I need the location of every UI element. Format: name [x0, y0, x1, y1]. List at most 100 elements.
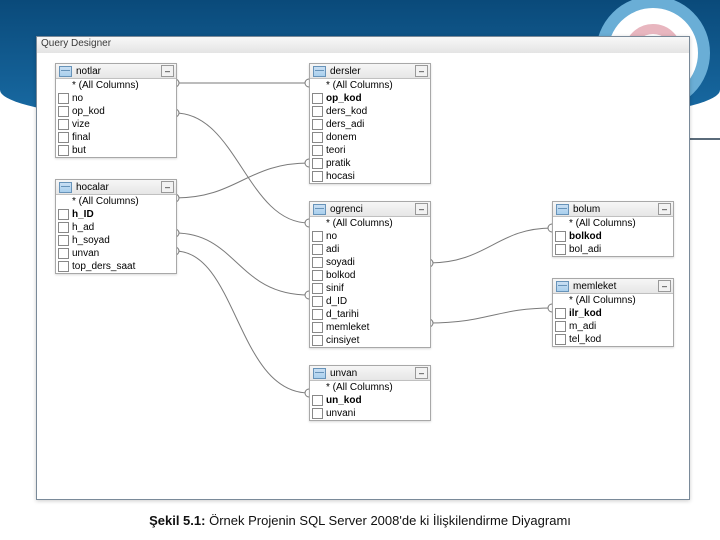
column-row[interactable]: bolkod	[310, 269, 430, 282]
column-row[interactable]: tel_kod	[553, 333, 673, 346]
column-row[interactable]: d_tarihi	[310, 308, 430, 321]
column-checkbox[interactable]	[312, 145, 323, 156]
table-notlar[interactable]: notlar–* (All Columns)noop_kodvizefinalb…	[55, 63, 177, 158]
column-row[interactable]: d_ID	[310, 295, 430, 308]
table-header[interactable]: hocalar–	[56, 180, 176, 195]
collapse-button[interactable]: –	[415, 65, 428, 77]
column-checkbox[interactable]	[312, 257, 323, 268]
column-checkbox[interactable]	[312, 158, 323, 169]
table-unvan[interactable]: unvan–* (All Columns)un_kodunvani	[309, 365, 431, 421]
column-row[interactable]: h_ID	[56, 208, 176, 221]
column-row[interactable]: * (All Columns)	[56, 79, 176, 92]
column-checkbox[interactable]	[58, 132, 69, 143]
column-row[interactable]: donem	[310, 131, 430, 144]
column-row[interactable]: but	[56, 144, 176, 157]
column-row[interactable]: * (All Columns)	[310, 217, 430, 230]
column-checkbox[interactable]	[58, 145, 69, 156]
table-header[interactable]: dersler–	[310, 64, 430, 79]
column-checkbox[interactable]	[58, 93, 69, 104]
column-row[interactable]: hocasi	[310, 170, 430, 183]
column-row[interactable]: * (All Columns)	[310, 381, 430, 394]
table-header[interactable]: unvan–	[310, 366, 430, 381]
column-checkbox[interactable]	[58, 119, 69, 130]
column-row[interactable]: sinif	[310, 282, 430, 295]
column-row[interactable]: op_kod	[310, 92, 430, 105]
column-checkbox[interactable]	[58, 222, 69, 233]
column-checkbox[interactable]	[312, 335, 323, 346]
table-header[interactable]: notlar–	[56, 64, 176, 79]
column-row[interactable]: pratik	[310, 157, 430, 170]
window-titlebar[interactable]: Query Designer	[37, 37, 689, 54]
column-row[interactable]: * (All Columns)	[553, 294, 673, 307]
table-header[interactable]: bolum–	[553, 202, 673, 217]
column-row[interactable]: bolkod	[553, 230, 673, 243]
column-row[interactable]: memleket	[310, 321, 430, 334]
column-row[interactable]: unvani	[310, 407, 430, 420]
column-checkbox[interactable]	[555, 231, 566, 242]
column-list: * (All Columns)ilr_kodm_aditel_kod	[553, 294, 673, 346]
table-hocalar[interactable]: hocalar–* (All Columns)h_IDh_adh_soyadun…	[55, 179, 177, 274]
diagram-canvas[interactable]: notlar–* (All Columns)noop_kodvizefinalb…	[37, 53, 689, 499]
column-checkbox[interactable]	[312, 106, 323, 117]
collapse-button[interactable]: –	[161, 181, 174, 193]
collapse-button[interactable]: –	[415, 203, 428, 215]
column-row[interactable]: * (All Columns)	[553, 217, 673, 230]
column-checkbox[interactable]	[312, 93, 323, 104]
column-row[interactable]: op_kod	[56, 105, 176, 118]
column-row[interactable]: h_soyad	[56, 234, 176, 247]
column-name: pratik	[326, 158, 350, 169]
collapse-button[interactable]: –	[161, 65, 174, 77]
column-row[interactable]: unvan	[56, 247, 176, 260]
column-checkbox[interactable]	[312, 283, 323, 294]
column-row[interactable]: ilr_kod	[553, 307, 673, 320]
column-row[interactable]: adi	[310, 243, 430, 256]
column-row[interactable]: ders_kod	[310, 105, 430, 118]
column-checkbox[interactable]	[312, 309, 323, 320]
column-row[interactable]: m_adi	[553, 320, 673, 333]
column-checkbox[interactable]	[58, 248, 69, 259]
table-ogrenci[interactable]: ogrenci–* (All Columns)noadisoyadibolkod…	[309, 201, 431, 348]
column-row[interactable]: no	[56, 92, 176, 105]
column-row[interactable]: h_ad	[56, 221, 176, 234]
table-header[interactable]: ogrenci–	[310, 202, 430, 217]
column-row[interactable]: ders_adi	[310, 118, 430, 131]
column-row[interactable]: * (All Columns)	[56, 195, 176, 208]
column-checkbox[interactable]	[58, 235, 69, 246]
column-checkbox[interactable]	[312, 322, 323, 333]
column-checkbox[interactable]	[312, 231, 323, 242]
table-dersler[interactable]: dersler–* (All Columns)op_kodders_kodder…	[309, 63, 431, 184]
column-checkbox[interactable]	[58, 209, 69, 220]
column-checkbox[interactable]	[555, 321, 566, 332]
column-row[interactable]: top_ders_saat	[56, 260, 176, 273]
table-bolum[interactable]: bolum–* (All Columns)bolkodbol_adi	[552, 201, 674, 257]
table-memleket[interactable]: memleket–* (All Columns)ilr_kodm_aditel_…	[552, 278, 674, 347]
column-row[interactable]: no	[310, 230, 430, 243]
column-name: no	[326, 231, 337, 242]
column-row[interactable]: un_kod	[310, 394, 430, 407]
table-header[interactable]: memleket–	[553, 279, 673, 294]
column-checkbox[interactable]	[58, 261, 69, 272]
column-checkbox[interactable]	[312, 408, 323, 419]
column-row[interactable]: final	[56, 131, 176, 144]
column-row[interactable]: cinsiyet	[310, 334, 430, 347]
column-checkbox[interactable]	[312, 171, 323, 182]
column-checkbox[interactable]	[555, 334, 566, 345]
column-checkbox[interactable]	[555, 308, 566, 319]
figure-text: Örnek Projenin SQL Server 2008'de ki İli…	[205, 513, 570, 528]
column-row[interactable]: bol_adi	[553, 243, 673, 256]
column-row[interactable]: vize	[56, 118, 176, 131]
column-checkbox[interactable]	[555, 244, 566, 255]
column-checkbox[interactable]	[312, 132, 323, 143]
column-checkbox[interactable]	[58, 106, 69, 117]
column-checkbox[interactable]	[312, 244, 323, 255]
collapse-button[interactable]: –	[658, 280, 671, 292]
column-checkbox[interactable]	[312, 119, 323, 130]
column-checkbox[interactable]	[312, 270, 323, 281]
collapse-button[interactable]: –	[658, 203, 671, 215]
column-checkbox[interactable]	[312, 395, 323, 406]
collapse-button[interactable]: –	[415, 367, 428, 379]
column-row[interactable]: soyadi	[310, 256, 430, 269]
column-row[interactable]: teori	[310, 144, 430, 157]
column-row[interactable]: * (All Columns)	[310, 79, 430, 92]
column-checkbox[interactable]	[312, 296, 323, 307]
